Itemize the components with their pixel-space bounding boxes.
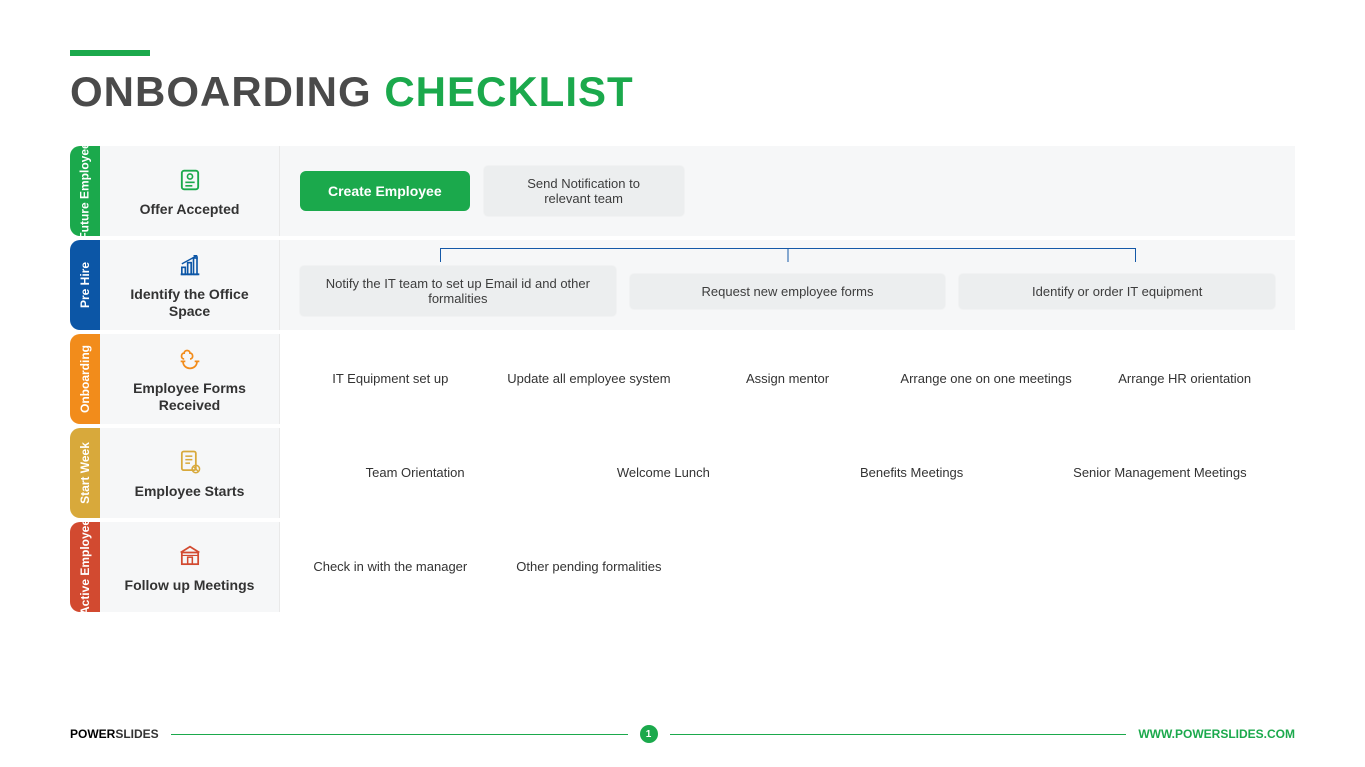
- task-card: Identify or order IT equipment: [959, 274, 1275, 309]
- footer-brand: POWERSLIDES: [70, 727, 159, 741]
- phase-tab-label: Start Week: [78, 442, 92, 504]
- checklist-row: Active Employee Follow up Meetings Check i…: [70, 522, 1295, 612]
- page-number-badge: 1: [640, 725, 658, 743]
- title-part1: ONBOARDING: [70, 68, 384, 115]
- phase-head: Identify the Office Space: [100, 240, 280, 330]
- phase-head: Employee Forms Received: [100, 334, 280, 424]
- phase-tab: Pre Hire: [70, 240, 100, 330]
- phase-tab: Future Employee: [70, 146, 100, 236]
- phase-head-label: Follow up Meetings: [125, 577, 255, 594]
- checklist-row: Start Week Employee Starts Team Orientatio…: [70, 428, 1295, 518]
- phase-body: Create Employee Send Notification to rele…: [280, 146, 1295, 236]
- task-text: Assign mentor: [697, 371, 878, 387]
- phase-icon: [175, 165, 205, 195]
- title-part2: CHECKLIST: [384, 68, 633, 115]
- phase-head: Follow up Meetings: [100, 522, 280, 612]
- footer: POWERSLIDES 1 WWW.POWERSLIDES.COM: [70, 725, 1295, 743]
- phase-head-label: Offer Accepted: [140, 201, 240, 218]
- footer-url: WWW.POWERSLIDES.COM: [1138, 727, 1295, 741]
- phase-tab-label: Onboarding: [78, 345, 92, 413]
- task-text: IT Equipment set up: [300, 371, 481, 387]
- phase-tab: Start Week: [70, 428, 100, 518]
- phase-icon: [175, 250, 205, 280]
- phase-body: Team Orientation Welcome Lunch Benefits Me…: [280, 428, 1295, 518]
- phase-head: Employee Starts: [100, 428, 280, 518]
- connector-line: [1135, 248, 1136, 262]
- phase-icon: [175, 344, 205, 374]
- connector-line: [787, 248, 788, 262]
- task-text: Senior Management Meetings: [1045, 465, 1275, 481]
- phase-head: Offer Accepted: [100, 146, 280, 236]
- phase-body: IT Equipment set up Update all employee s…: [280, 334, 1295, 424]
- task-card: Send Notification to relevant team: [484, 166, 684, 216]
- checklist-rows: Future Employee Offer Accepted Create Empl…: [70, 146, 1295, 612]
- connector-line: [440, 248, 441, 262]
- phase-tab-label: Active Employee: [78, 519, 92, 615]
- phase-icon: [175, 447, 205, 477]
- task-text: Check in with the manager: [300, 559, 481, 575]
- checklist-row: Pre Hire Identify the Office Space Notify …: [70, 240, 1295, 330]
- task-text: Arrange HR orientation: [1094, 371, 1275, 387]
- slide: ONBOARDING CHECKLIST Future Employee Offe…: [0, 0, 1365, 767]
- phase-head-label: Employee Starts: [135, 483, 245, 500]
- phase-icon: [175, 541, 205, 571]
- slide-title: ONBOARDING CHECKLIST: [70, 68, 1295, 116]
- phase-tab-label: Future Employee: [78, 142, 92, 239]
- task-text: Update all employee system: [499, 371, 680, 387]
- footer-line-left: [171, 734, 628, 735]
- checklist-row: Future Employee Offer Accepted Create Empl…: [70, 146, 1295, 236]
- phase-body: Notify the IT team to set up Email id an…: [280, 240, 1295, 330]
- action-button[interactable]: Create Employee: [300, 171, 470, 211]
- task-text: Other pending formalities: [499, 559, 680, 575]
- phase-tab: Active Employee: [70, 522, 100, 612]
- task-card: Notify the IT team to set up Email id an…: [300, 266, 616, 316]
- task-text: Arrange one on one meetings: [896, 371, 1077, 387]
- checklist-row: Onboarding Employee Forms Received IT Equi…: [70, 334, 1295, 424]
- task-text: Team Orientation: [300, 465, 530, 481]
- title-accent-bar: [70, 50, 150, 56]
- phase-body: Check in with the manager Other pending f…: [280, 522, 1295, 612]
- footer-line-right: [670, 734, 1127, 735]
- task-text: Welcome Lunch: [548, 465, 778, 481]
- phase-tab: Onboarding: [70, 334, 100, 424]
- phase-tab-label: Pre Hire: [78, 262, 92, 308]
- task-card: Request new employee forms: [630, 274, 946, 309]
- task-text: Benefits Meetings: [797, 465, 1027, 481]
- phase-head-label: Identify the Office Space: [115, 286, 264, 320]
- phase-head-label: Employee Forms Received: [115, 380, 264, 414]
